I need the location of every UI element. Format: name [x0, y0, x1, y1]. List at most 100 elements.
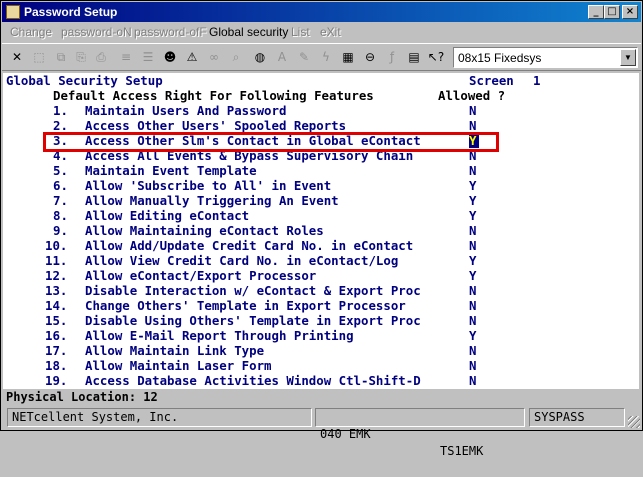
highlight-box: [43, 132, 499, 152]
feature-row[interactable]: 15. Disable Using Others' Template in Exp…: [3, 313, 639, 328]
status-code-pane: 040 EMK TS1EMK: [315, 408, 525, 458]
feature-row[interactable]: 12. Allow eContact/Export Processor Y: [3, 268, 639, 283]
allowed-field[interactable]: N: [469, 343, 479, 358]
allowed-field[interactable]: N: [469, 238, 479, 253]
warning-icon[interactable]: ⚠: [183, 48, 201, 66]
feature-row[interactable]: 17. Allow Maintain Link Type N: [3, 343, 639, 358]
title-bar[interactable]: Password Setup _ □ ×: [2, 2, 641, 22]
minimize-button[interactable]: _: [588, 5, 604, 19]
allowed-field[interactable]: N: [469, 283, 479, 298]
feature-label: Allow Maintain Laser Form: [85, 358, 272, 373]
search-icon[interactable]: ⌕: [227, 48, 245, 66]
allowed-field[interactable]: Y: [469, 268, 479, 283]
feature-row[interactable]: 16. Allow E-Mail Report Through Printing Y: [3, 328, 639, 343]
feature-row[interactable]: 7. Allow Manually Triggering An Event Y: [3, 193, 639, 208]
feature-label: Disable Using Others' Template in Export…: [85, 313, 421, 328]
feature-row[interactable]: 18. Allow Maintain Laser Form N: [3, 358, 639, 373]
calc-icon[interactable]: ▦: [339, 48, 357, 66]
allowed-field[interactable]: N: [469, 313, 479, 328]
feature-label: Access Database Activities Window Ctl-Sh…: [85, 373, 421, 388]
allowed-field[interactable]: Y: [469, 193, 479, 208]
allowed-field[interactable]: N: [469, 103, 479, 118]
chevron-down-icon[interactable]: ▼: [620, 49, 636, 66]
feature-label: Allow eContact/Export Processor: [85, 268, 317, 283]
menu-exit[interactable]: eXit: [320, 25, 341, 39]
font-select[interactable]: 08x15 Fixedsys ▼: [453, 47, 638, 68]
feature-row[interactable]: 6. Allow 'Subscribe to All' in Event Y: [3, 178, 639, 193]
feature-label: Access Other Users' Spooled Reports: [85, 118, 347, 133]
help-pointer-icon[interactable]: ↖?: [427, 48, 445, 66]
feature-number: 6.: [53, 178, 68, 193]
feature-label: Allow 'Subscribe to All' in Event: [85, 178, 332, 193]
feature-row[interactable]: 1. Maintain Users And Password N: [3, 103, 639, 118]
book-icon[interactable]: ▤: [405, 48, 423, 66]
feature-row[interactable]: 10. Allow Add/Update Credit Card No. in e…: [3, 238, 639, 253]
menu-global-security[interactable]: Global security: [209, 25, 288, 39]
allowed-header: Allowed ?: [438, 88, 506, 103]
feature-label: Allow Editing eContact: [85, 208, 250, 223]
menu-password-on[interactable]: password-oN: [61, 25, 132, 39]
allowed-field[interactable]: N: [469, 373, 479, 388]
feature-number: 17.: [45, 343, 68, 358]
feature-number: 10.: [45, 238, 68, 253]
feature-label: Maintain Users And Password: [85, 103, 287, 118]
allowed-field[interactable]: Y: [469, 208, 479, 223]
feature-row[interactable]: 19. Access Database Activities Window Ctl…: [3, 373, 639, 388]
feature-label: Allow Maintain Link Type: [85, 343, 265, 358]
binoculars-icon[interactable]: ∞: [205, 48, 223, 66]
menu-change[interactable]: Change: [10, 25, 52, 39]
feature-label: Disable Interaction w/ eContact & Export…: [85, 283, 421, 298]
resize-grip[interactable]: [628, 416, 640, 428]
edit-icon[interactable]: ✎: [295, 48, 313, 66]
link-icon[interactable]: ⊖: [361, 48, 379, 66]
paste-icon[interactable]: ⎘: [72, 48, 90, 66]
feature-number: 1.: [53, 103, 68, 118]
feature-row[interactable]: 14. Change Others' Template in Export Pro…: [3, 298, 639, 313]
menu-list[interactable]: List: [291, 25, 310, 39]
allowed-field[interactable]: Y: [469, 178, 479, 193]
status-terminal: TS1EMK: [440, 444, 484, 458]
physical-location-text: Physical Location: 12: [6, 390, 158, 404]
close-x-icon[interactable]: ✕: [8, 48, 26, 66]
list-icon[interactable]: ☰: [139, 48, 157, 66]
feature-row[interactable]: 13. Disable Interaction w/ eContact & Exp…: [3, 283, 639, 298]
copy-icon[interactable]: ⧉: [52, 48, 70, 66]
maximize-button[interactable]: □: [604, 5, 620, 19]
font-select-value: 08x15 Fixedsys: [458, 51, 542, 65]
feature-number: 13.: [45, 283, 68, 298]
menu-password-off[interactable]: password-ofF: [134, 25, 207, 39]
feature-row[interactable]: 5. Maintain Event Template N: [3, 163, 639, 178]
allowed-field[interactable]: N: [469, 358, 479, 373]
function-icon[interactable]: ƒ: [383, 48, 401, 66]
feature-row[interactable]: 2. Access Other Users' Spooled Reports N: [3, 118, 639, 133]
print-icon[interactable]: ⎙: [92, 48, 110, 66]
feature-row[interactable]: 11. Allow View Credit Card No. in eContac…: [3, 253, 639, 268]
window-title: Password Setup: [24, 5, 118, 19]
select-icon[interactable]: ⬚: [30, 48, 48, 66]
screen-label: Screen: [469, 73, 514, 88]
allowed-field[interactable]: Y: [469, 253, 479, 268]
app-icon[interactable]: [6, 5, 20, 19]
feature-number: 11.: [45, 253, 68, 268]
allowed-field[interactable]: N: [469, 118, 479, 133]
terminal-screen[interactable]: Global Security Setup Screen 1 Default A…: [3, 73, 639, 389]
notes-icon[interactable]: ≡: [117, 48, 135, 66]
italic-icon[interactable]: A: [273, 48, 291, 66]
allowed-field[interactable]: N: [469, 298, 479, 313]
allowed-field[interactable]: N: [469, 163, 479, 178]
feature-number: 16.: [45, 328, 68, 343]
allowed-field[interactable]: N: [469, 223, 479, 238]
feature-number: 5.: [53, 163, 68, 178]
feature-label: Change Others' Template in Export Proces…: [85, 298, 406, 313]
screen-number: 1: [533, 73, 541, 88]
status-program: SYSPASS: [529, 408, 625, 427]
user-icon[interactable]: ☻: [161, 48, 179, 66]
feature-row[interactable]: 9. Allow Maintaining eContact Roles N: [3, 223, 639, 238]
lightning-icon[interactable]: ϟ: [317, 48, 335, 66]
allowed-field[interactable]: Y: [469, 328, 479, 343]
feature-number: 19.: [45, 373, 68, 388]
globe-icon[interactable]: ◍: [251, 48, 269, 66]
close-button[interactable]: ×: [622, 5, 638, 19]
feature-row[interactable]: 8. Allow Editing eContact Y: [3, 208, 639, 223]
feature-number: 8.: [53, 208, 68, 223]
